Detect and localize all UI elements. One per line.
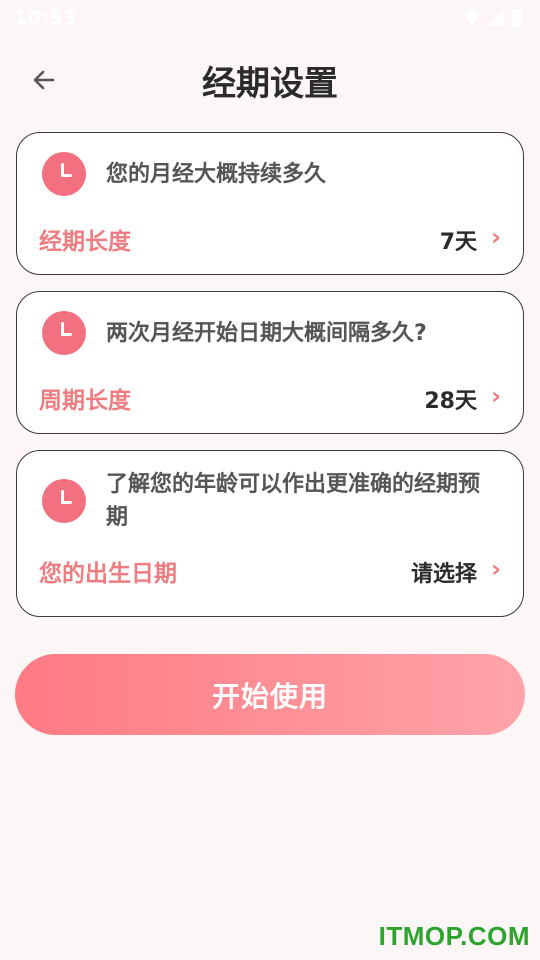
status-time: 10:53 [14, 7, 77, 29]
clock-icon [42, 311, 86, 355]
back-button[interactable] [22, 58, 66, 102]
card-question: 两次月经开始日期大概间隔多久? [106, 321, 427, 346]
battery-icon [512, 9, 522, 27]
header: 经期设置 [0, 46, 540, 114]
clock-icon [42, 152, 86, 196]
birth-date-label: 您的出生日期 [39, 561, 177, 587]
wifi-icon [464, 10, 480, 26]
birth-date-card[interactable]: 了解您的年龄可以作出更准确的经期预期 您的出生日期 请选择 › [16, 450, 524, 617]
chevron-right-icon: › [491, 223, 501, 251]
chevron-right-icon: › [491, 555, 501, 583]
cycle-length-card[interactable]: 两次月经开始日期大概间隔多久? 周期长度 28天 › [16, 291, 524, 434]
signal-icon [488, 10, 504, 26]
card-question: 了解您的年龄可以作出更准确的经期预期 [106, 472, 481, 530]
chevron-right-icon: › [491, 382, 501, 410]
start-button-label: 开始使用 [211, 679, 328, 713]
back-arrow-icon [33, 70, 55, 90]
period-length-value: 7天 [439, 230, 477, 255]
status-bar: 10:53 [0, 0, 540, 36]
birth-date-value: 请选择 [410, 562, 477, 587]
status-icons [464, 9, 522, 27]
page-title: 经期设置 [202, 63, 338, 104]
clock-icon [42, 479, 86, 523]
watermark-logo: ITMOP.COM [378, 921, 530, 951]
start-button[interactable]: 开始使用 [15, 654, 525, 735]
card-question: 您的月经大概持续多久 [106, 162, 327, 187]
period-length-label: 经期长度 [39, 229, 131, 255]
cycle-length-value: 28天 [424, 389, 477, 414]
period-length-card[interactable]: 您的月经大概持续多久 经期长度 7天 › [16, 132, 524, 275]
cycle-length-label: 周期长度 [39, 388, 131, 414]
